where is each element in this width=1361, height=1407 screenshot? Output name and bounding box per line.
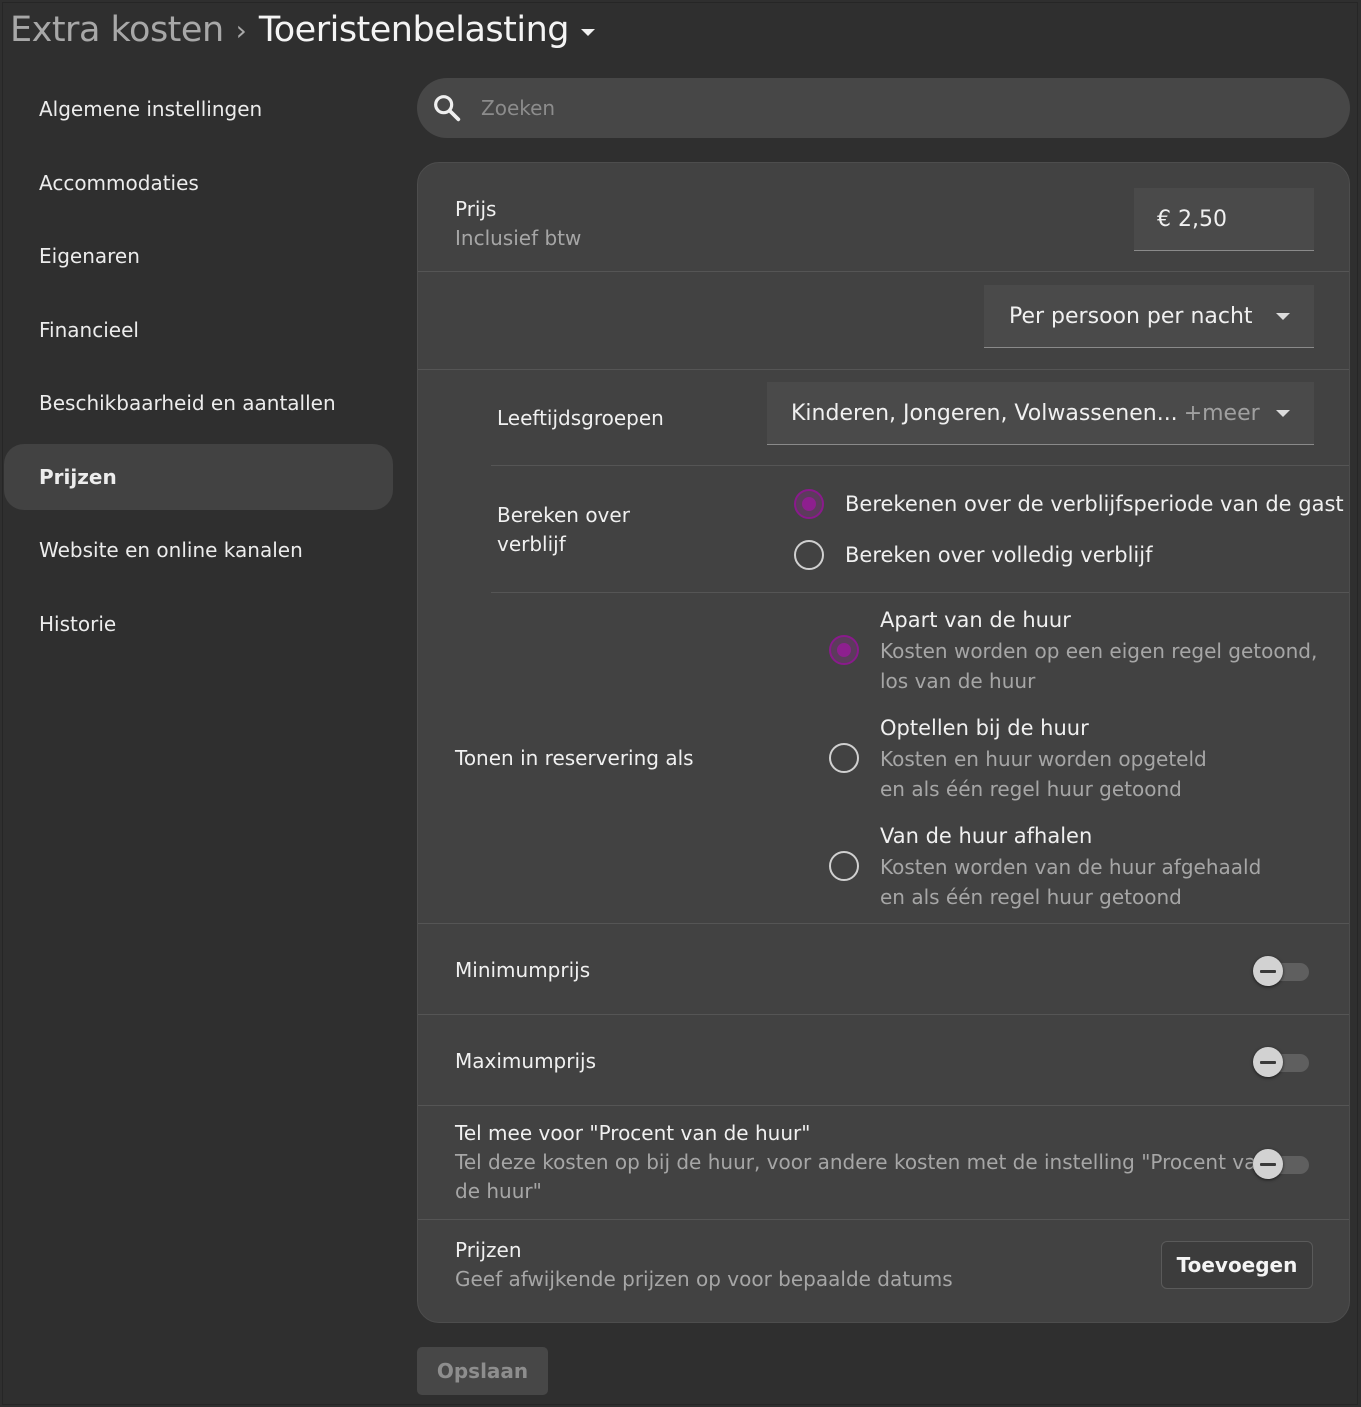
search-icon	[434, 95, 461, 122]
sidebar-item-prijzen[interactable]: Prijzen	[4, 443, 393, 510]
age-groups-more: +meer	[1183, 400, 1260, 426]
radio-calc-guest-period[interactable]	[794, 489, 824, 519]
sidebar-item-label: Historie	[39, 611, 117, 636]
sidebar-item-label: Website en online kanalen	[39, 538, 303, 562]
sidebar-item-eigenaren[interactable]: Eigenaren	[4, 223, 393, 289]
sidebar-item-accommodaties[interactable]: Accommodaties	[4, 150, 393, 216]
price-label: Prijs	[455, 197, 497, 221]
calc-over-label-line1: Bereken over	[497, 503, 630, 527]
save-button[interactable]: Opslaan	[417, 1347, 548, 1395]
search-bar[interactable]	[417, 78, 1350, 138]
divider	[418, 1105, 1349, 1106]
radio-show-separate-label: Apart van de huur	[880, 608, 1071, 632]
caret-down-icon	[1276, 313, 1290, 320]
price-value: € 2,50	[1157, 206, 1227, 232]
divider	[418, 1014, 1349, 1015]
age-groups-select[interactable]: Kinderen, Jongeren, Volwassenen... +meer	[767, 382, 1314, 445]
sidebar-item-beschikbaarheid[interactable]: Beschikbaarheid en aantallen	[4, 370, 393, 436]
toggle-knob	[1253, 956, 1283, 986]
radio-show-add-desc: Kosten en huur worden opgeteld	[880, 747, 1207, 771]
divider	[418, 271, 1349, 272]
max-price-label: Maximumprijs	[455, 1049, 596, 1073]
radio-show-subtract-desc: Kosten worden van de huur afgehaald	[880, 855, 1262, 879]
prices-sublabel: Geef afwijkende prijzen op voor bepaalde…	[455, 1267, 953, 1291]
min-price-label: Minimumprijs	[455, 958, 591, 982]
unit-value: Per persoon per nacht	[1009, 303, 1253, 329]
sidebar-item-historie[interactable]: Historie	[4, 591, 393, 657]
sidebar-item-financieel[interactable]: Financieel	[4, 297, 393, 363]
radio-show-subtract-label: Van de huur afhalen	[880, 824, 1093, 848]
count-percent-label: Tel mee voor "Procent van de huur"	[455, 1121, 811, 1145]
radio-show-add-label: Optellen bij de huur	[880, 716, 1089, 740]
radio-calc-full-stay-label: Bereken over volledig verblijf	[845, 543, 1153, 567]
count-percent-desc: de huur"	[455, 1179, 542, 1203]
age-groups-label: Leeftijdsgroepen	[497, 406, 664, 430]
divider	[418, 1219, 1349, 1220]
show-as-label: Tonen in reservering als	[455, 746, 694, 770]
divider	[491, 592, 1349, 593]
radio-show-add[interactable]	[829, 743, 859, 773]
prices-label: Prijzen	[455, 1238, 522, 1262]
sidebar-item-website[interactable]: Website en online kanalen	[4, 517, 393, 583]
unit-select[interactable]: Per persoon per nacht	[984, 285, 1314, 348]
search-input[interactable]	[479, 95, 1283, 121]
max-price-toggle[interactable]	[1253, 1046, 1309, 1078]
settings-card: Prijs Inclusief btw € 2,50 Per persoon p…	[417, 162, 1350, 1323]
breadcrumb-parent[interactable]: Extra kosten	[10, 10, 224, 50]
min-price-toggle[interactable]	[1253, 955, 1309, 987]
price-input[interactable]: € 2,50	[1134, 188, 1314, 251]
caret-down-icon	[1276, 410, 1290, 417]
age-groups-value: Kinderen, Jongeren, Volwassenen...	[791, 400, 1178, 426]
divider	[418, 369, 1349, 370]
sidebar-item-label: Algemene instellingen	[39, 97, 263, 121]
radio-calc-full-stay[interactable]	[794, 540, 824, 570]
count-percent-desc: Tel deze kosten op bij de huur, voor and…	[455, 1150, 1270, 1174]
sidebar-item-label: Eigenaren	[39, 244, 140, 268]
chevron-right-icon: ›	[235, 13, 247, 47]
radio-show-subtract-desc: en als één regel huur getoond	[880, 885, 1182, 909]
count-percent-toggle[interactable]	[1253, 1148, 1309, 1180]
price-sublabel: Inclusief btw	[455, 226, 582, 250]
sidebar-item-label: Financieel	[39, 317, 139, 342]
breadcrumb: Extra kosten › Toeristenbelasting	[10, 6, 595, 54]
radio-show-separate-desc: los van de huur	[880, 669, 1036, 693]
radio-show-add-desc: en als één regel huur getoond	[880, 777, 1182, 801]
radio-calc-guest-period-label: Berekenen over de verblijfsperiode van d…	[845, 492, 1344, 516]
calc-over-label-line2: verblijf	[497, 532, 566, 556]
add-price-button[interactable]: Toevoegen	[1161, 1241, 1313, 1289]
radio-show-separate-desc: Kosten worden op een eigen regel getoond…	[880, 639, 1318, 663]
toggle-knob	[1253, 1149, 1283, 1179]
caret-down-icon[interactable]	[581, 28, 595, 36]
sidebar-item-label: Accommodaties	[39, 170, 199, 195]
sidebar-item-label: Beschikbaarheid en aantallen	[39, 391, 336, 415]
sidebar-item-label: Prijzen	[39, 464, 117, 489]
toggle-knob	[1253, 1047, 1283, 1077]
page-title[interactable]: Toeristenbelasting	[259, 10, 570, 50]
radio-show-separate[interactable]	[829, 635, 859, 665]
divider	[418, 923, 1349, 924]
divider	[491, 465, 1349, 466]
sidebar: Algemene instellingen Accommodaties Eige…	[4, 76, 393, 664]
sidebar-item-algemene-instellingen[interactable]: Algemene instellingen	[4, 76, 393, 142]
radio-show-subtract[interactable]	[829, 851, 859, 881]
